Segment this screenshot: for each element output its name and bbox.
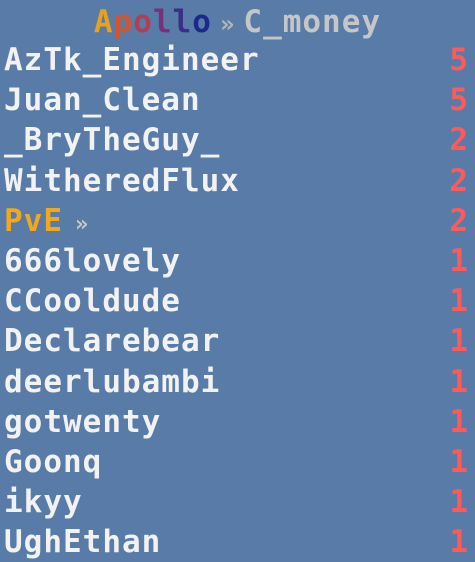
score-row: UghEthan 1: [0, 522, 475, 562]
player-score: 1: [449, 484, 469, 521]
team-label: PvE: [4, 202, 63, 239]
player-name: 666lovely: [4, 242, 181, 279]
title-letter: l: [172, 4, 193, 40]
title-player-name: C_money: [243, 4, 382, 40]
player-name: Declarebear: [4, 323, 221, 360]
score-row: Juan_Clean 5: [0, 80, 475, 120]
score-row: WitheredFlux 2: [0, 161, 475, 201]
score-row: AzTk_Engineer 5: [0, 40, 475, 80]
scoreboard: Apollo» C_money AzTk_Engineer 5 Juan_Clea…: [0, 0, 475, 562]
score-row: 666lovely 1: [0, 241, 475, 281]
score-list: AzTk_Engineer 5 Juan_Clean 5 _BryTheGuy_…: [0, 40, 475, 562]
title-letter: p: [113, 4, 134, 40]
title-letter: o: [192, 4, 212, 40]
title-separator: »: [219, 10, 236, 38]
score-row: _BryTheGuy_ 2: [0, 120, 475, 160]
title-letter: o: [133, 4, 153, 40]
player-name: deerlubambi: [4, 363, 221, 400]
player-score: 1: [449, 323, 469, 360]
player-score: 2: [449, 162, 469, 199]
player-name: _BryTheGuy_: [4, 122, 221, 159]
title-letter: A: [93, 4, 114, 40]
player-name: gotwenty: [4, 403, 162, 440]
score-row: deerlubambi 1: [0, 362, 475, 402]
player-score: 1: [449, 403, 469, 440]
score-row-team: PvE » 2: [0, 201, 475, 241]
score-row: Goonq 1: [0, 442, 475, 482]
team-name: PvE »: [4, 201, 89, 245]
player-name: Juan_Clean: [4, 82, 201, 119]
player-score: 1: [449, 363, 469, 400]
team-arrow: »: [75, 211, 90, 237]
player-score: 5: [449, 42, 469, 78]
title-letter: l: [152, 4, 173, 40]
player-name: ikyy: [4, 484, 83, 521]
player-name: WitheredFlux: [4, 162, 240, 199]
score-row: Declarebear 1: [0, 321, 475, 361]
player-name: CCooldude: [4, 283, 181, 320]
player-score: 1: [449, 443, 469, 480]
score-row: ikyy 1: [0, 482, 475, 522]
scoreboard-title: Apollo» C_money: [0, 2, 475, 42]
player-name: AzTk_Engineer: [4, 42, 260, 78]
player-score: 1: [449, 242, 469, 279]
player-score: 2: [449, 202, 469, 239]
player-name: Goonq: [4, 443, 103, 480]
player-score: 2: [449, 122, 469, 159]
player-score: 5: [449, 82, 469, 119]
player-name: UghEthan: [4, 524, 162, 561]
player-score: 1: [449, 524, 469, 561]
player-score: 1: [449, 283, 469, 320]
score-row: gotwenty 1: [0, 402, 475, 442]
score-row: CCooldude 1: [0, 281, 475, 321]
